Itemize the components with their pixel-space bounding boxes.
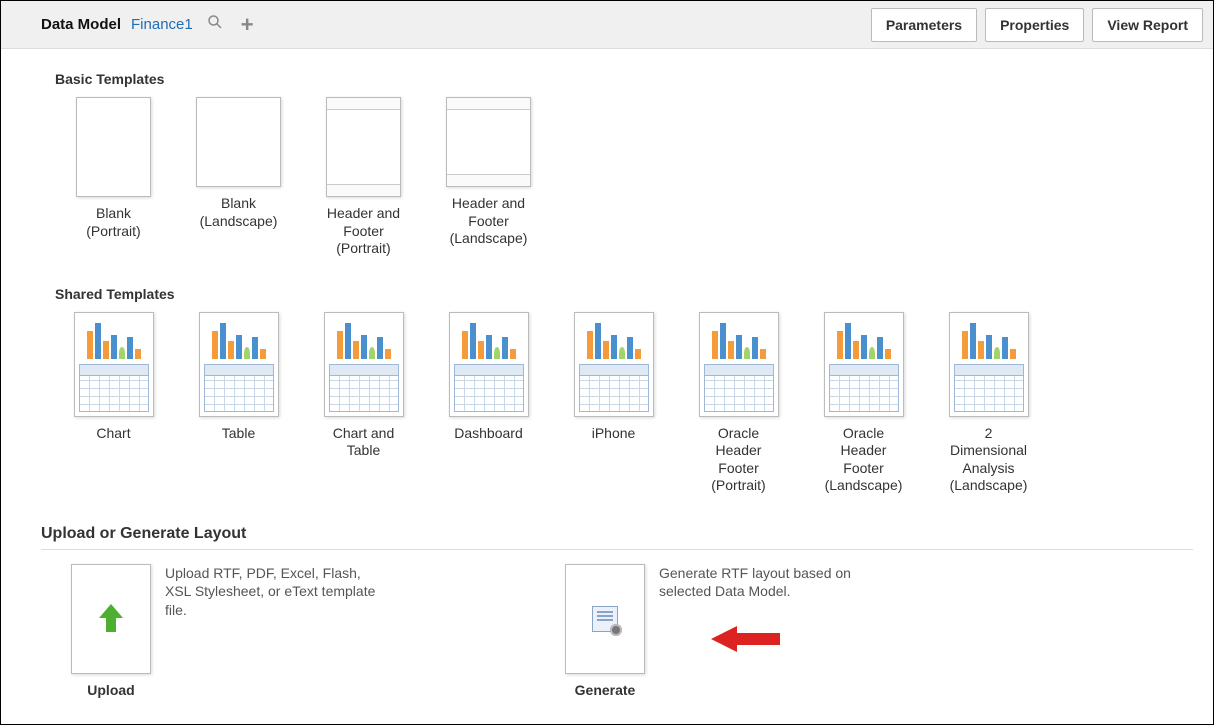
thumbnail-icon [699, 312, 779, 417]
template-dashboard[interactable]: Dashboard [446, 312, 531, 495]
template-label: Dashboard [454, 425, 523, 443]
template-label: iPhone [592, 425, 636, 443]
thumbnail-icon [199, 312, 279, 417]
template-blank-landscape[interactable]: Blank (Landscape) [196, 97, 281, 258]
thumbnail-icon [824, 312, 904, 417]
header-bar: Data Model Finance1 + Parameters Propert… [1, 1, 1213, 49]
generate-thumbnail [565, 564, 645, 674]
data-model-value[interactable]: Finance1 [131, 16, 193, 33]
upload-layout[interactable]: Upload Upload RTF, PDF, Excel, Flash, XS… [71, 564, 385, 698]
template-label: Header and Footer (Portrait) [321, 205, 406, 258]
annotation-arrow-icon [711, 626, 781, 652]
data-model-label: Data Model [41, 16, 121, 33]
template-label: Oracle Header Footer (Landscape) [821, 425, 906, 495]
template-header-footer-landscape[interactable]: Header and Footer (Landscape) [446, 97, 531, 258]
template-oracle-hf-landscape[interactable]: Oracle Header Footer (Landscape) [821, 312, 906, 495]
template-label: Chart [96, 425, 130, 443]
upload-caption: Upload [87, 682, 134, 698]
thumbnail-icon [949, 312, 1029, 417]
template-label: Oracle Header Footer (Portrait) [696, 425, 781, 495]
view-report-button[interactable]: View Report [1092, 8, 1203, 42]
properties-button[interactable]: Properties [985, 8, 1084, 42]
thumbnail-icon [449, 312, 529, 417]
template-label: Chart and Table [321, 425, 406, 460]
arrow-up-icon [99, 604, 123, 634]
template-label: Header and Footer (Landscape) [446, 195, 531, 248]
basic-templates-title: Basic Templates [55, 71, 1193, 87]
generate-description: Generate RTF layout based on selected Da… [659, 564, 879, 602]
plus-icon[interactable]: + [237, 12, 258, 38]
thumbnail-icon [446, 97, 531, 187]
template-2d-analysis[interactable]: 2 Dimensional Analysis (Landscape) [946, 312, 1031, 495]
thumbnail-icon [196, 97, 281, 187]
template-chart-and-table[interactable]: Chart and Table [321, 312, 406, 495]
upload-description: Upload RTF, PDF, Excel, Flash, XSL Style… [165, 564, 385, 621]
template-label: Blank (Portrait) [71, 205, 156, 240]
shared-templates-row: Chart Table Chart and Table [71, 312, 1193, 495]
template-header-footer-portrait[interactable]: Header and Footer (Portrait) [321, 97, 406, 258]
upload-generate-title: Upload or Generate Layout [41, 525, 1193, 543]
thumbnail-icon [76, 97, 151, 197]
upload-generate-row: Upload Upload RTF, PDF, Excel, Flash, XS… [71, 564, 1193, 698]
template-iphone[interactable]: iPhone [571, 312, 656, 495]
parameters-button[interactable]: Parameters [871, 8, 977, 42]
upload-thumbnail [71, 564, 151, 674]
generate-caption: Generate [575, 682, 636, 698]
basic-templates-row: Blank (Portrait) Blank (Landscape) Heade… [71, 97, 1193, 258]
template-chart[interactable]: Chart [71, 312, 156, 495]
thumbnail-icon [324, 312, 404, 417]
template-label: Blank (Landscape) [196, 195, 281, 230]
template-label: 2 Dimensional Analysis (Landscape) [946, 425, 1031, 495]
template-label: Table [222, 425, 255, 443]
search-icon[interactable] [203, 14, 227, 35]
thumbnail-icon [326, 97, 401, 197]
thumbnail-icon [74, 312, 154, 417]
shared-templates-title: Shared Templates [55, 286, 1193, 302]
template-blank-portrait[interactable]: Blank (Portrait) [71, 97, 156, 258]
thumbnail-icon [574, 312, 654, 417]
template-table[interactable]: Table [196, 312, 281, 495]
document-gear-icon [592, 606, 618, 632]
template-oracle-hf-portrait[interactable]: Oracle Header Footer (Portrait) [696, 312, 781, 495]
